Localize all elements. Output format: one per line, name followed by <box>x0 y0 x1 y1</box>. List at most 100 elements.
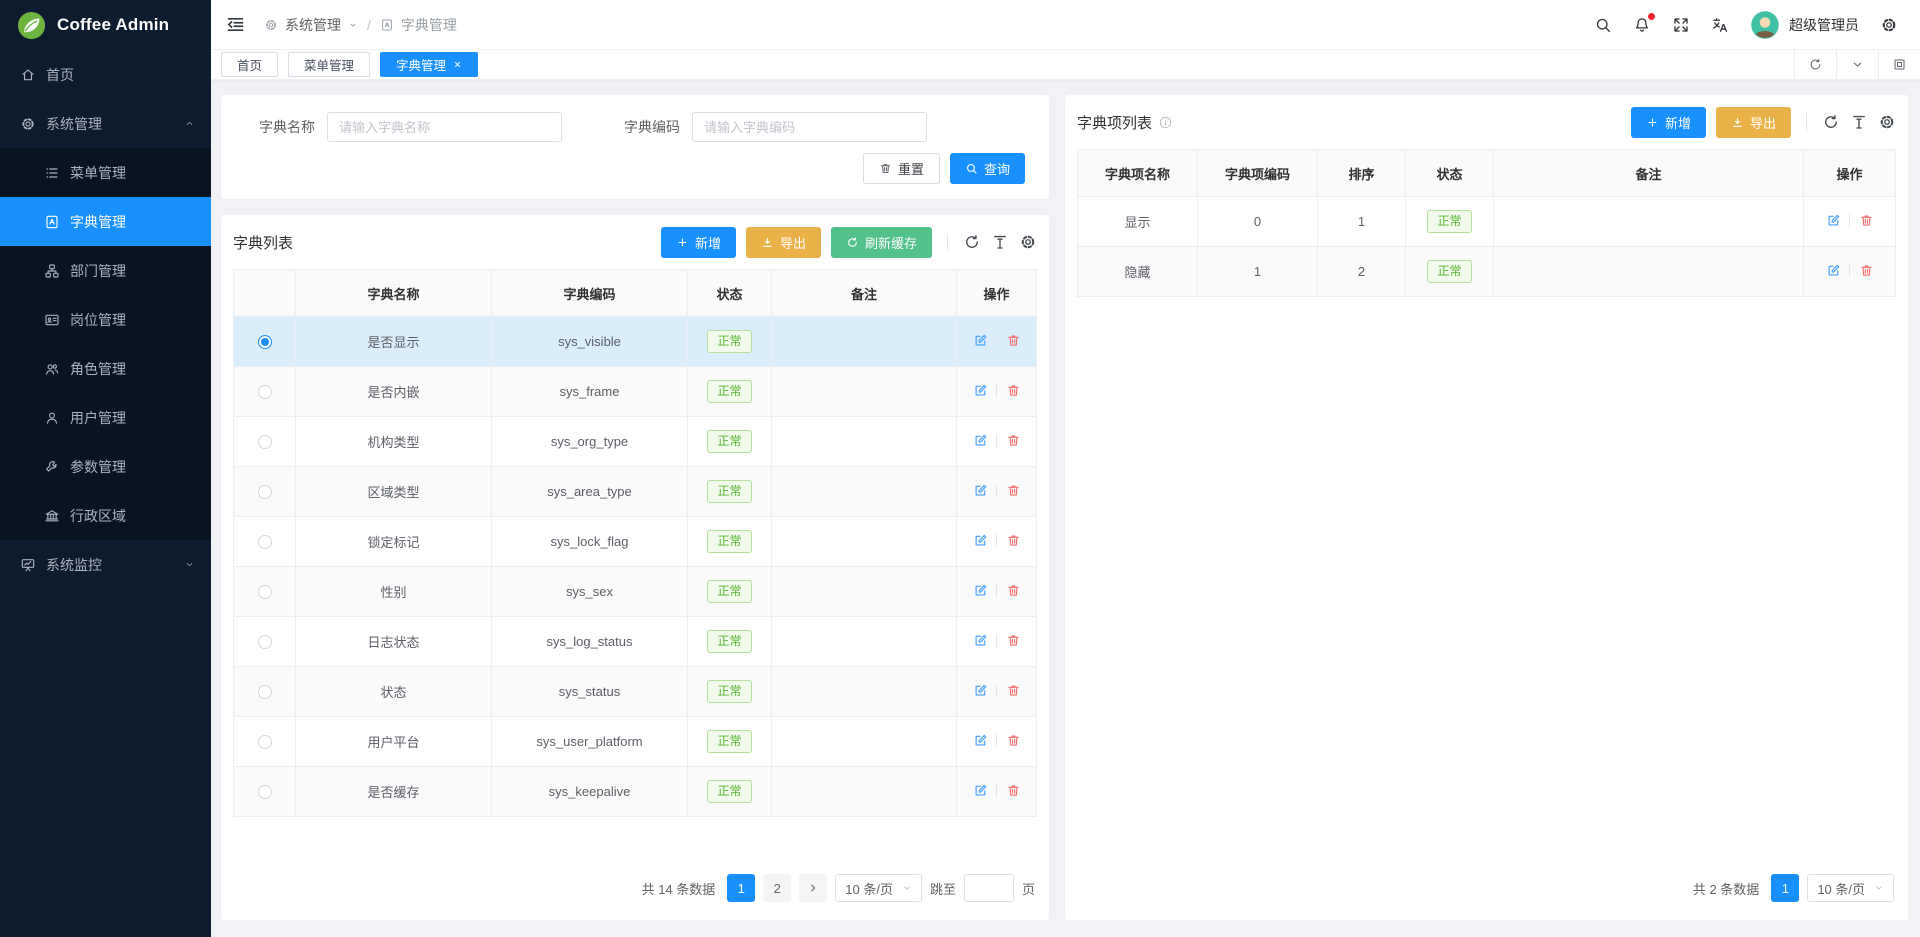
table-row[interactable]: 区域类型sys_area_type正常 <box>234 467 1037 517</box>
sidebar-item-menu-mgmt[interactable]: 菜单管理 <box>0 148 211 197</box>
edit-button[interactable] <box>972 633 988 649</box>
delete-button[interactable] <box>1005 383 1021 399</box>
search-button[interactable]: 查询 <box>950 153 1025 184</box>
edit-button[interactable] <box>972 783 988 799</box>
breadcrumb-parent[interactable]: 系统管理 <box>285 15 341 35</box>
tab-options-button[interactable] <box>1836 50 1878 79</box>
table-row[interactable]: 状态sys_status正常 <box>234 667 1037 717</box>
edit-button[interactable] <box>972 733 988 749</box>
sidebar-item-post-mgmt[interactable]: 岗位管理 <box>0 295 211 344</box>
reset-button[interactable]: 重置 <box>863 153 940 184</box>
edit-button[interactable] <box>972 333 988 349</box>
sidebar-item-dept-mgmt[interactable]: 部门管理 <box>0 246 211 295</box>
row-radio[interactable] <box>258 385 272 399</box>
delete-button[interactable] <box>1005 333 1021 349</box>
refresh-cache-button[interactable]: 刷新缓存 <box>831 227 932 258</box>
sidebar-item-admin-region[interactable]: 行政区域 <box>0 491 211 540</box>
row-radio[interactable] <box>258 635 272 649</box>
edit-button[interactable] <box>972 683 988 699</box>
tab-menu-mgmt[interactable]: 菜单管理 <box>288 52 370 77</box>
row-height-icon[interactable] <box>991 233 1009 251</box>
fullscreen-icon[interactable] <box>1672 16 1690 34</box>
trash-icon <box>1859 263 1874 278</box>
table-row[interactable]: 显示01正常 <box>1078 197 1896 247</box>
dict-item-card: 字典项列表 新增 导出 字典项名称字典项编码排序状态备注操作 显示0 <box>1065 95 1908 920</box>
dict-name-input[interactable] <box>327 112 562 142</box>
edit-button[interactable] <box>972 483 988 499</box>
sidebar-collapse-button[interactable] <box>225 14 246 35</box>
sidebar-item-user-mgmt[interactable]: 用户管理 <box>0 393 211 442</box>
cell-dict-code: sys_visible <box>492 317 688 367</box>
table-row[interactable]: 锁定标记sys_lock_flag正常 <box>234 517 1037 567</box>
translate-icon[interactable] <box>1711 16 1729 34</box>
table-row[interactable]: 机构类型sys_org_type正常 <box>234 417 1037 467</box>
page-button[interactable]: 1 <box>727 874 755 902</box>
table-row[interactable]: 性别sys_sex正常 <box>234 567 1037 617</box>
table-row[interactable]: 日志状态sys_log_status正常 <box>234 617 1037 667</box>
page-button[interactable]: 1 <box>1771 874 1799 902</box>
delete-button[interactable] <box>1005 633 1021 649</box>
row-radio[interactable] <box>258 685 272 699</box>
tab-dict-mgmt[interactable]: 字典管理 <box>380 52 478 77</box>
row-radio[interactable] <box>258 485 272 499</box>
edit-button[interactable] <box>972 533 988 549</box>
export-button[interactable]: 导出 <box>746 227 821 258</box>
username[interactable]: 超级管理员 <box>1789 15 1859 35</box>
table-settings-icon[interactable] <box>1878 113 1896 131</box>
table-row[interactable]: 是否显示sys_visible正常 <box>234 317 1037 367</box>
sidebar-item-system-mgmt[interactable]: 系统管理 <box>0 99 211 148</box>
delete-button[interactable] <box>1005 533 1021 549</box>
delete-button[interactable] <box>1858 213 1874 229</box>
refresh-page-button[interactable] <box>1794 50 1836 79</box>
delete-button[interactable] <box>1005 733 1021 749</box>
dict-code-input[interactable] <box>692 112 927 142</box>
sidebar-item-home[interactable]: 首页 <box>0 50 211 99</box>
refresh-table-icon[interactable] <box>1822 113 1840 131</box>
delete-button[interactable] <box>1858 263 1874 279</box>
tab-home[interactable]: 首页 <box>221 52 278 77</box>
page-size-select[interactable]: 10 条/页 <box>835 874 922 902</box>
edit-button[interactable] <box>1825 213 1841 229</box>
edit-button[interactable] <box>972 383 988 399</box>
table-row[interactable]: 隐藏12正常 <box>1078 247 1896 297</box>
delete-button[interactable] <box>1005 483 1021 499</box>
edit-button[interactable] <box>972 583 988 599</box>
table-row[interactable]: 是否缓存sys_keepalive正常 <box>234 767 1037 817</box>
content-fullscreen-button[interactable] <box>1878 50 1920 79</box>
row-radio[interactable] <box>258 785 272 799</box>
row-radio[interactable] <box>258 535 272 549</box>
refresh-table-icon[interactable] <box>963 233 981 251</box>
delete-button[interactable] <box>1005 433 1021 449</box>
delete-button[interactable] <box>1005 583 1021 599</box>
page-button[interactable]: 2 <box>763 874 791 902</box>
next-page-button[interactable] <box>799 874 827 902</box>
add-item-button[interactable]: 新增 <box>1631 107 1706 138</box>
add-button[interactable]: 新增 <box>661 227 736 258</box>
table-row[interactable]: 是否内嵌sys_frame正常 <box>234 367 1037 417</box>
delete-button[interactable] <box>1005 783 1021 799</box>
tab-label: 首页 <box>237 55 262 74</box>
gear-icon <box>264 18 278 32</box>
info-icon[interactable] <box>1158 115 1173 130</box>
table-row[interactable]: 用户平台sys_user_platform正常 <box>234 717 1037 767</box>
export-items-button[interactable]: 导出 <box>1716 107 1791 138</box>
row-radio[interactable] <box>258 585 272 599</box>
gear-icon[interactable] <box>1880 16 1898 34</box>
delete-button[interactable] <box>1005 683 1021 699</box>
table-settings-icon[interactable] <box>1019 233 1037 251</box>
row-height-icon[interactable] <box>1850 113 1868 131</box>
sidebar-item-system-monitor[interactable]: 系统监控 <box>0 540 211 589</box>
row-radio[interactable] <box>258 335 272 349</box>
notification-button[interactable] <box>1633 16 1651 34</box>
row-radio[interactable] <box>258 735 272 749</box>
row-radio[interactable] <box>258 435 272 449</box>
page-size-select[interactable]: 10 条/页 <box>1807 874 1894 902</box>
avatar[interactable] <box>1750 10 1780 40</box>
edit-button[interactable] <box>972 433 988 449</box>
edit-button[interactable] <box>1825 263 1841 279</box>
sidebar-item-role-mgmt[interactable]: 角色管理 <box>0 344 211 393</box>
sidebar-item-param-mgmt[interactable]: 参数管理 <box>0 442 211 491</box>
jump-input[interactable] <box>964 874 1014 902</box>
search-icon[interactable] <box>1594 16 1612 34</box>
sidebar-item-dict-mgmt[interactable]: 字典管理 <box>0 197 211 246</box>
